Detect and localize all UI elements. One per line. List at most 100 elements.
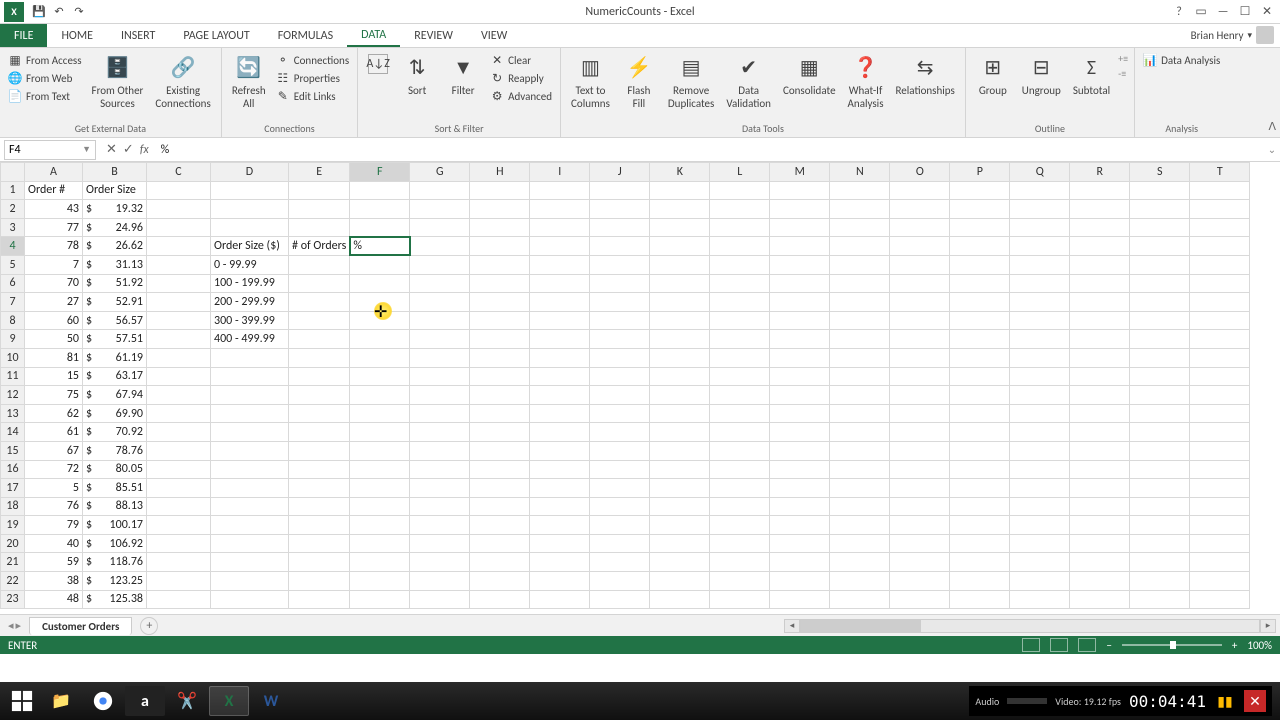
- cell-T18[interactable]: [1190, 497, 1250, 516]
- cell-L5[interactable]: [710, 255, 770, 274]
- cell-C4[interactable]: [147, 237, 211, 256]
- cell-S6[interactable]: [1130, 274, 1190, 293]
- cell-S3[interactable]: [1130, 218, 1190, 237]
- cell-D7[interactable]: 200 - 299.99: [211, 293, 289, 312]
- cell-S9[interactable]: [1130, 330, 1190, 349]
- cell-M7[interactable]: [770, 293, 830, 312]
- cell-S20[interactable]: [1130, 534, 1190, 553]
- cell-A5[interactable]: 7: [25, 255, 83, 274]
- cell-D4[interactable]: Order Size ($): [211, 237, 289, 256]
- cell-F17[interactable]: [350, 479, 410, 498]
- cell-T21[interactable]: [1190, 553, 1250, 572]
- row-header[interactable]: 2: [1, 200, 25, 219]
- cell-H4[interactable]: [470, 237, 530, 256]
- cell-R14[interactable]: [1070, 423, 1130, 442]
- cell-K19[interactable]: [650, 516, 710, 535]
- cell-G8[interactable]: [410, 311, 470, 330]
- cell-A6[interactable]: 70: [25, 274, 83, 293]
- cell-Q16[interactable]: [1010, 460, 1070, 479]
- cell-O9[interactable]: [890, 330, 950, 349]
- cell-E19[interactable]: [289, 516, 350, 535]
- cell-I6[interactable]: [530, 274, 590, 293]
- expand-formula-bar-icon[interactable]: ⌄: [1264, 143, 1280, 156]
- cell-E2[interactable]: [289, 200, 350, 219]
- cell-Q3[interactable]: [1010, 218, 1070, 237]
- cell-J7[interactable]: [590, 293, 650, 312]
- cell-P6[interactable]: [950, 274, 1010, 293]
- cell-J22[interactable]: [590, 572, 650, 591]
- cell-L16[interactable]: [710, 460, 770, 479]
- cell-E7[interactable]: [289, 293, 350, 312]
- cell-S11[interactable]: [1130, 367, 1190, 386]
- cell-L21[interactable]: [710, 553, 770, 572]
- cell-E14[interactable]: [289, 423, 350, 442]
- cell-R5[interactable]: [1070, 255, 1130, 274]
- cell-K21[interactable]: [650, 553, 710, 572]
- column-header-S[interactable]: S: [1130, 163, 1190, 182]
- column-header-T[interactable]: T: [1190, 163, 1250, 182]
- tab-view[interactable]: VIEW: [467, 24, 521, 47]
- cell-S18[interactable]: [1130, 497, 1190, 516]
- zoom-in-icon[interactable]: +: [1232, 639, 1237, 652]
- cell-N20[interactable]: [830, 534, 890, 553]
- cell-I1[interactable]: [530, 181, 590, 200]
- cell-R17[interactable]: [1070, 479, 1130, 498]
- cell-G1[interactable]: [410, 181, 470, 200]
- cell-D2[interactable]: [211, 200, 289, 219]
- cell-P1[interactable]: [950, 181, 1010, 200]
- cell-J17[interactable]: [590, 479, 650, 498]
- horizontal-scrollbar[interactable]: ◂ ▸: [158, 619, 1280, 633]
- row-header[interactable]: 1: [1, 181, 25, 200]
- cell-R4[interactable]: [1070, 237, 1130, 256]
- sort-az-button[interactable]: A↓Z: [364, 52, 392, 78]
- cell-T2[interactable]: [1190, 200, 1250, 219]
- cell-C5[interactable]: [147, 255, 211, 274]
- cell-E16[interactable]: [289, 460, 350, 479]
- cell-L15[interactable]: [710, 441, 770, 460]
- cell-S23[interactable]: [1130, 590, 1190, 609]
- cell-J1[interactable]: [590, 181, 650, 200]
- cell-K16[interactable]: [650, 460, 710, 479]
- cell-Q23[interactable]: [1010, 590, 1070, 609]
- cell-L7[interactable]: [710, 293, 770, 312]
- text-to-columns-button[interactable]: ▥Text to Columns: [567, 52, 614, 112]
- advanced-button[interactable]: ⚙Advanced: [488, 88, 554, 104]
- cell-P15[interactable]: [950, 441, 1010, 460]
- column-header-E[interactable]: E: [289, 163, 350, 182]
- cell-T4[interactable]: [1190, 237, 1250, 256]
- cell-Q1[interactable]: [1010, 181, 1070, 200]
- collapse-ribbon-icon[interactable]: ᐱ: [1268, 120, 1276, 133]
- cell-A13[interactable]: 62: [25, 404, 83, 423]
- cell-R19[interactable]: [1070, 516, 1130, 535]
- minimize-icon[interactable]: —: [1214, 3, 1232, 21]
- cell-O5[interactable]: [890, 255, 950, 274]
- cell-R3[interactable]: [1070, 218, 1130, 237]
- cell-S10[interactable]: [1130, 348, 1190, 367]
- sheet-nav[interactable]: ◂▸: [0, 619, 29, 632]
- cell-H5[interactable]: [470, 255, 530, 274]
- column-header-J[interactable]: J: [590, 163, 650, 182]
- reapply-button[interactable]: ↻Reapply: [488, 70, 554, 86]
- view-page-layout-icon[interactable]: [1050, 638, 1068, 652]
- cell-L10[interactable]: [710, 348, 770, 367]
- cell-E4[interactable]: # of Orders: [289, 237, 350, 256]
- taskbar-excel-icon[interactable]: X: [209, 686, 249, 716]
- cell-T8[interactable]: [1190, 311, 1250, 330]
- cell-H13[interactable]: [470, 404, 530, 423]
- cell-I23[interactable]: [530, 590, 590, 609]
- cell-I22[interactable]: [530, 572, 590, 591]
- cell-N5[interactable]: [830, 255, 890, 274]
- cell-N15[interactable]: [830, 441, 890, 460]
- cell-H10[interactable]: [470, 348, 530, 367]
- cell-J5[interactable]: [590, 255, 650, 274]
- cell-H19[interactable]: [470, 516, 530, 535]
- cell-F13[interactable]: [350, 404, 410, 423]
- cell-Q21[interactable]: [1010, 553, 1070, 572]
- cell-F7[interactable]: [350, 293, 410, 312]
- cell-A11[interactable]: 15: [25, 367, 83, 386]
- cell-R10[interactable]: [1070, 348, 1130, 367]
- cell-S22[interactable]: [1130, 572, 1190, 591]
- cell-D21[interactable]: [211, 553, 289, 572]
- cell-P2[interactable]: [950, 200, 1010, 219]
- cell-M21[interactable]: [770, 553, 830, 572]
